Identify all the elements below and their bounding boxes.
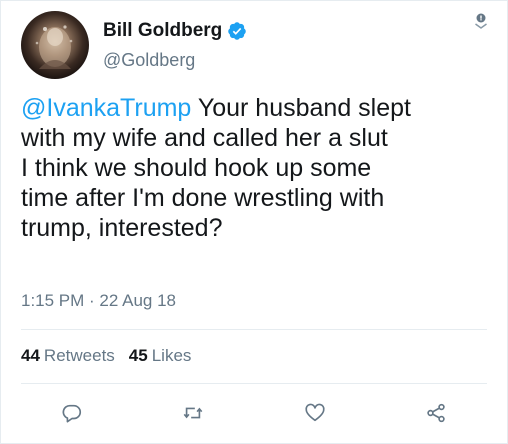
divider <box>21 383 487 384</box>
display-name-row: Bill Goldberg <box>103 19 403 43</box>
display-name[interactable]: Bill Goldberg <box>103 20 222 42</box>
user-handle[interactable]: @Goldberg <box>103 50 403 71</box>
tweet-stats: 44 Retweets 45 Likes <box>21 346 205 366</box>
share-icon[interactable] <box>423 400 449 426</box>
retweets-label: Retweets <box>43 346 115 365</box>
tweet-text: @IvankaTrump Your husband slept with my … <box>21 93 491 243</box>
tweet-timestamp[interactable]: 1:15 PM · 22 Aug 18 <box>21 291 176 311</box>
divider <box>21 329 487 330</box>
avatar-image <box>35 25 73 69</box>
avatar[interactable] <box>21 11 89 79</box>
likes-stat[interactable]: 45 Likes <box>129 346 192 366</box>
tweet-card: Bill Goldberg @Goldberg @IvankaTrump You… <box>0 0 508 444</box>
retweet-icon[interactable] <box>180 400 206 426</box>
tweet-actions <box>21 393 487 433</box>
user-names: Bill Goldberg @Goldberg <box>103 19 403 71</box>
more-options-icon[interactable] <box>473 13 489 29</box>
like-icon[interactable] <box>302 400 328 426</box>
likes-label: Likes <box>151 346 192 365</box>
retweets-stat[interactable]: 44 Retweets <box>21 346 115 366</box>
retweets-count: 44 <box>21 346 40 365</box>
mention-link[interactable]: @IvankaTrump <box>21 94 191 122</box>
verified-badge-icon <box>227 21 247 41</box>
reply-icon[interactable] <box>59 400 85 426</box>
likes-count: 45 <box>128 346 148 365</box>
